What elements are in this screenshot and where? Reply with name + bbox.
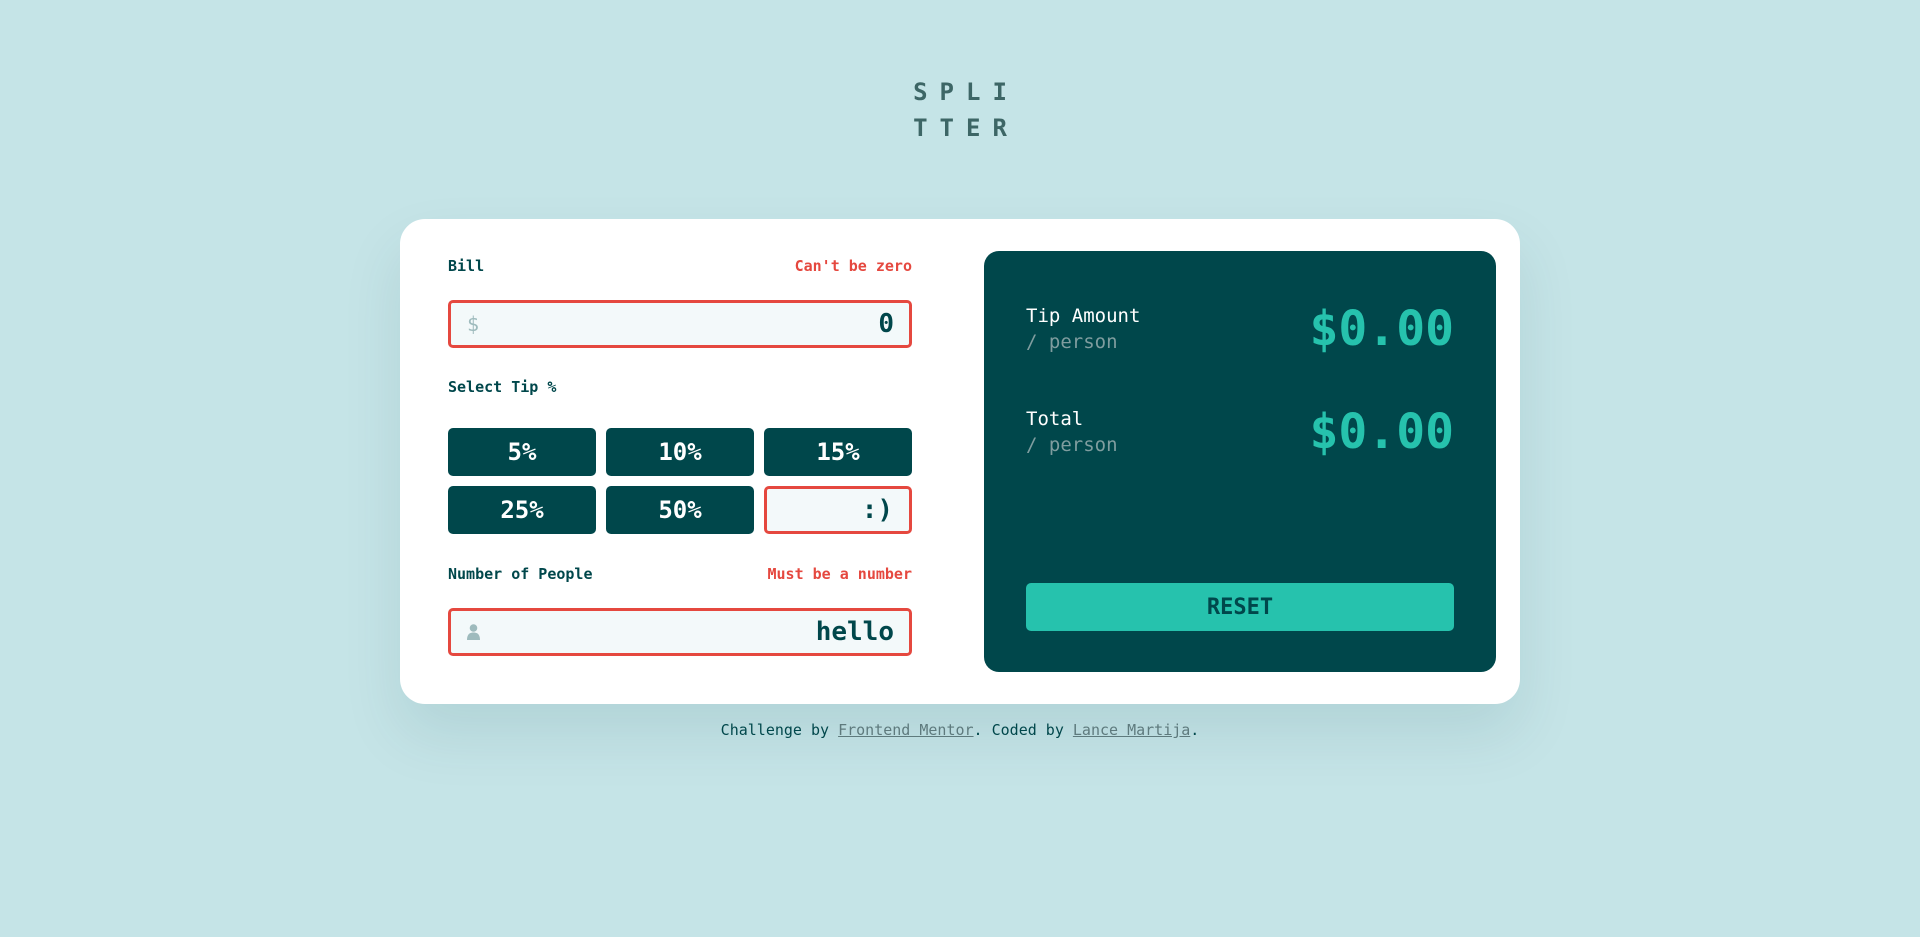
- frontend-mentor-link[interactable]: Frontend Mentor: [838, 721, 973, 739]
- attribution-suffix: .: [1190, 721, 1200, 739]
- logo-line-1: SPLI: [913, 78, 1019, 106]
- reset-button[interactable]: RESET: [1026, 583, 1454, 631]
- people-input-value: hello: [815, 617, 894, 647]
- total-row: Total / person $0.00: [1026, 404, 1454, 460]
- total-label: Total: [1026, 408, 1084, 430]
- tip-button-50[interactable]: 50%: [606, 486, 754, 534]
- dollar-icon: $: [467, 312, 480, 336]
- tip-button-5[interactable]: 5%: [448, 428, 596, 476]
- attribution-middle: . Coded by: [973, 721, 1073, 739]
- attribution-prefix: Challenge by: [720, 721, 839, 739]
- tip-amount-sub: / person: [1026, 331, 1118, 353]
- tip-amount-value: $0.00: [1309, 301, 1455, 357]
- tip-header: Select Tip %: [448, 378, 912, 396]
- tip-button-25[interactable]: 25%: [448, 486, 596, 534]
- people-error: Must be a number: [767, 565, 913, 583]
- custom-tip-value: :): [861, 495, 893, 525]
- bill-header: Bill Can't be zero: [448, 257, 912, 275]
- bill-error: Can't be zero: [794, 257, 912, 275]
- person-icon: [467, 624, 480, 640]
- tip-amount-row: Tip Amount / person $0.00: [1026, 301, 1454, 357]
- author-link[interactable]: Lance Martija: [1073, 721, 1190, 739]
- attribution: Challenge by Frontend Mentor. Coded by L…: [0, 721, 1920, 739]
- total-value: $0.00: [1309, 404, 1455, 460]
- tip-button-15[interactable]: 15%: [764, 428, 912, 476]
- tip-button-10[interactable]: 10%: [606, 428, 754, 476]
- tip-label: Select Tip %: [448, 378, 557, 396]
- logo-line-2: TTER: [913, 114, 1019, 142]
- calculator-card: Bill Can't be zero $ 0 Select Tip % 5% 1…: [400, 219, 1520, 704]
- people-input[interactable]: hello: [448, 608, 912, 656]
- people-header: Number of People Must be a number: [448, 565, 912, 583]
- results-panel: Tip Amount / person $0.00 Total / person…: [984, 251, 1496, 672]
- bill-input[interactable]: $ 0: [448, 300, 912, 348]
- custom-tip-input[interactable]: :): [764, 486, 912, 534]
- people-label: Number of People: [448, 565, 593, 583]
- tip-amount-label: Tip Amount: [1026, 305, 1141, 327]
- app-logo: SPLI TTER: [0, 74, 1920, 146]
- bill-input-value: 0: [878, 309, 894, 339]
- tip-options: 5% 10% 15% 25% 50% :): [448, 428, 912, 534]
- bill-label: Bill: [448, 257, 485, 275]
- total-sub: / person: [1026, 434, 1118, 456]
